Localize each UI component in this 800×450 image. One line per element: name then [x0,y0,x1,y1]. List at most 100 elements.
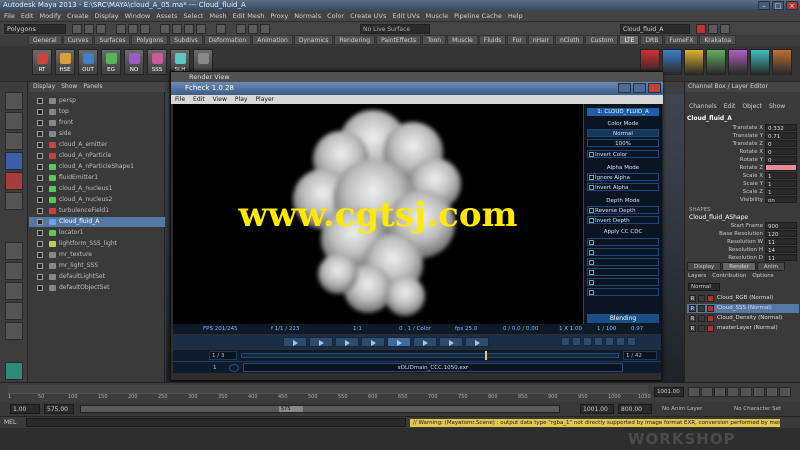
channel-row[interactable]: Scale Z1 [687,188,797,196]
outliner-row[interactable]: defaultObjectSet [29,283,165,293]
shape-channel-value[interactable]: 900 [765,222,797,230]
go-to-start-button[interactable] [688,387,700,397]
outliner-row[interactable]: side [29,129,165,139]
visibility-checkbox[interactable] [37,164,43,170]
lasso-tool-icon[interactable] [5,112,23,130]
channel-value[interactable]: on [765,196,797,204]
visibility-checkbox[interactable] [37,120,43,126]
snap-curve-icon[interactable] [172,24,182,34]
play-forward-button[interactable] [740,387,752,397]
open-scene-icon[interactable] [84,24,94,34]
close-button[interactable]: × [786,1,798,10]
visibility-checkbox[interactable] [37,109,43,115]
shelf-button-out[interactable]: OUT [78,49,98,75]
fcheck-menu-play[interactable]: Play [235,95,248,104]
timeline-scrubber[interactable] [241,353,619,358]
channel-value[interactable]: 0.332 [765,124,797,132]
menu-display[interactable]: Display [95,11,119,21]
view-mode-4-icon[interactable] [594,337,603,346]
mel-label[interactable]: MEL [4,418,16,428]
shape-channel-value[interactable]: 11 [765,238,797,246]
visibility-checkbox[interactable] [37,142,43,148]
object-name-field[interactable]: Cloud_fluid_A [620,24,690,34]
go-to-end-button[interactable] [439,337,463,347]
character-set-label[interactable]: No Character Set [734,404,781,414]
layer-settings-icon[interactable] [698,295,705,302]
visibility-checkbox[interactable] [37,197,43,203]
layer-settings-icon[interactable] [698,305,705,312]
mental-ray-icon[interactable] [5,362,23,380]
outliner-row[interactable]: lightform_SSS_light [29,239,165,249]
outliner-row[interactable]: turbulenceField1 [29,206,165,216]
outliner-row[interactable]: locator1 [29,228,165,238]
play-back-button[interactable] [727,387,739,397]
layer-settings-icon[interactable] [698,315,705,322]
scale-tool-icon[interactable] [5,192,23,210]
outliner-row[interactable]: cloud_A_nParticleShape1 [29,162,165,172]
layer-menu-contribution[interactable]: Contribution [712,272,746,281]
shape-channel-row[interactable]: Resolution D 11 [687,254,797,262]
live-surface-field[interactable]: No Live Surface [360,24,430,34]
shelf-extra-icon-7[interactable] [772,49,792,75]
outliner-row[interactable]: persp [29,96,165,106]
shape-channel-row[interactable]: Base Resolution 120 [687,230,797,238]
shelf-tab-krakatoa[interactable]: Krakatoa [699,35,737,45]
channel-row[interactable]: Scale Y1 [687,180,797,188]
shape-channel-value[interactable]: 120 [765,230,797,238]
shelf-tab-ncloth[interactable]: nCloth [554,35,585,45]
layer-render-icon[interactable] [707,325,714,332]
playback-end-field[interactable]: 1001.00 [580,404,614,414]
channel-tab-show[interactable]: Show [769,102,785,112]
menu-file[interactable]: File [4,11,15,21]
invert-alpha-toggle[interactable]: Invert Alpha [587,183,659,191]
invert-color-toggle[interactable]: Invert Color [587,150,659,158]
layer-render-icon[interactable] [707,295,714,302]
outliner-row[interactable]: cloud_A_emitter [29,140,165,150]
panel-option-5[interactable] [587,278,659,286]
animation-start-field[interactable]: 1.00 [10,404,40,414]
layer-visibility-toggle[interactable]: R [689,315,696,322]
command-input[interactable] [26,418,406,427]
paint-select-tool-icon[interactable] [5,132,23,150]
visibility-checkbox[interactable] [37,230,43,236]
step-forward-key-button[interactable] [766,387,778,397]
shelf-tab-subdivs[interactable]: Subdivs [169,35,203,45]
layer-visibility-toggle[interactable]: R [689,295,696,302]
fcheck-close-button[interactable] [648,83,661,93]
current-time-field[interactable]: 1001.00 [654,387,684,397]
visibility-checkbox[interactable] [37,263,43,269]
channel-tab-object[interactable]: Object [742,102,762,112]
step-forward-frame-button[interactable] [753,387,765,397]
view-mode-5-icon[interactable] [605,337,614,346]
outliner-row[interactable]: cloud_A_nucleus2 [29,195,165,205]
menu-edit[interactable]: Edit [21,11,34,21]
channel-value[interactable]: 0 [765,156,797,164]
timeline-start-field[interactable]: 1 / 3 [209,351,237,360]
time-slider-track[interactable] [8,385,648,394]
channel-row[interactable]: Translate Y 0.71 [687,132,797,140]
shelf-extra-icon-5[interactable] [728,49,748,75]
shelf-tab-general[interactable]: General [28,35,62,45]
layer-visibility-toggle[interactable]: R [689,325,696,332]
playback-start-field[interactable]: 575.00 [44,404,74,414]
visibility-checkbox[interactable] [37,208,43,214]
shape-channel-row[interactable]: Start Frame 900 [687,222,797,230]
ipr-render-icon[interactable] [248,24,258,34]
snap-plane-icon[interactable] [196,24,206,34]
shelf-tab-drb[interactable]: DRB [640,35,664,45]
outliner-row[interactable]: top [29,107,165,117]
shelf-tab-rendering[interactable]: Rendering [334,35,376,45]
shelf-tab-custom[interactable]: Custom [585,35,619,45]
panel-option-4[interactable] [587,268,659,276]
shelf-tab-deformation[interactable]: Deformation [203,35,252,45]
shelf-tab-fluids[interactable]: Fluids [478,35,507,45]
shape-channel-row[interactable]: Resolution W 11 [687,238,797,246]
hypershade-layout-icon[interactable] [5,322,23,340]
view-mode-2-icon[interactable] [572,337,581,346]
fcheck-maximize-button[interactable] [633,83,646,93]
go-to-start-button[interactable] [283,337,307,347]
outliner-row[interactable]: cloud_A_nParticle [29,151,165,161]
shelf-tab-dynamics[interactable]: Dynamics [293,35,334,45]
channel-row[interactable]: Rotate X0 [687,148,797,156]
layer-visibility-toggle[interactable]: R [689,305,696,312]
